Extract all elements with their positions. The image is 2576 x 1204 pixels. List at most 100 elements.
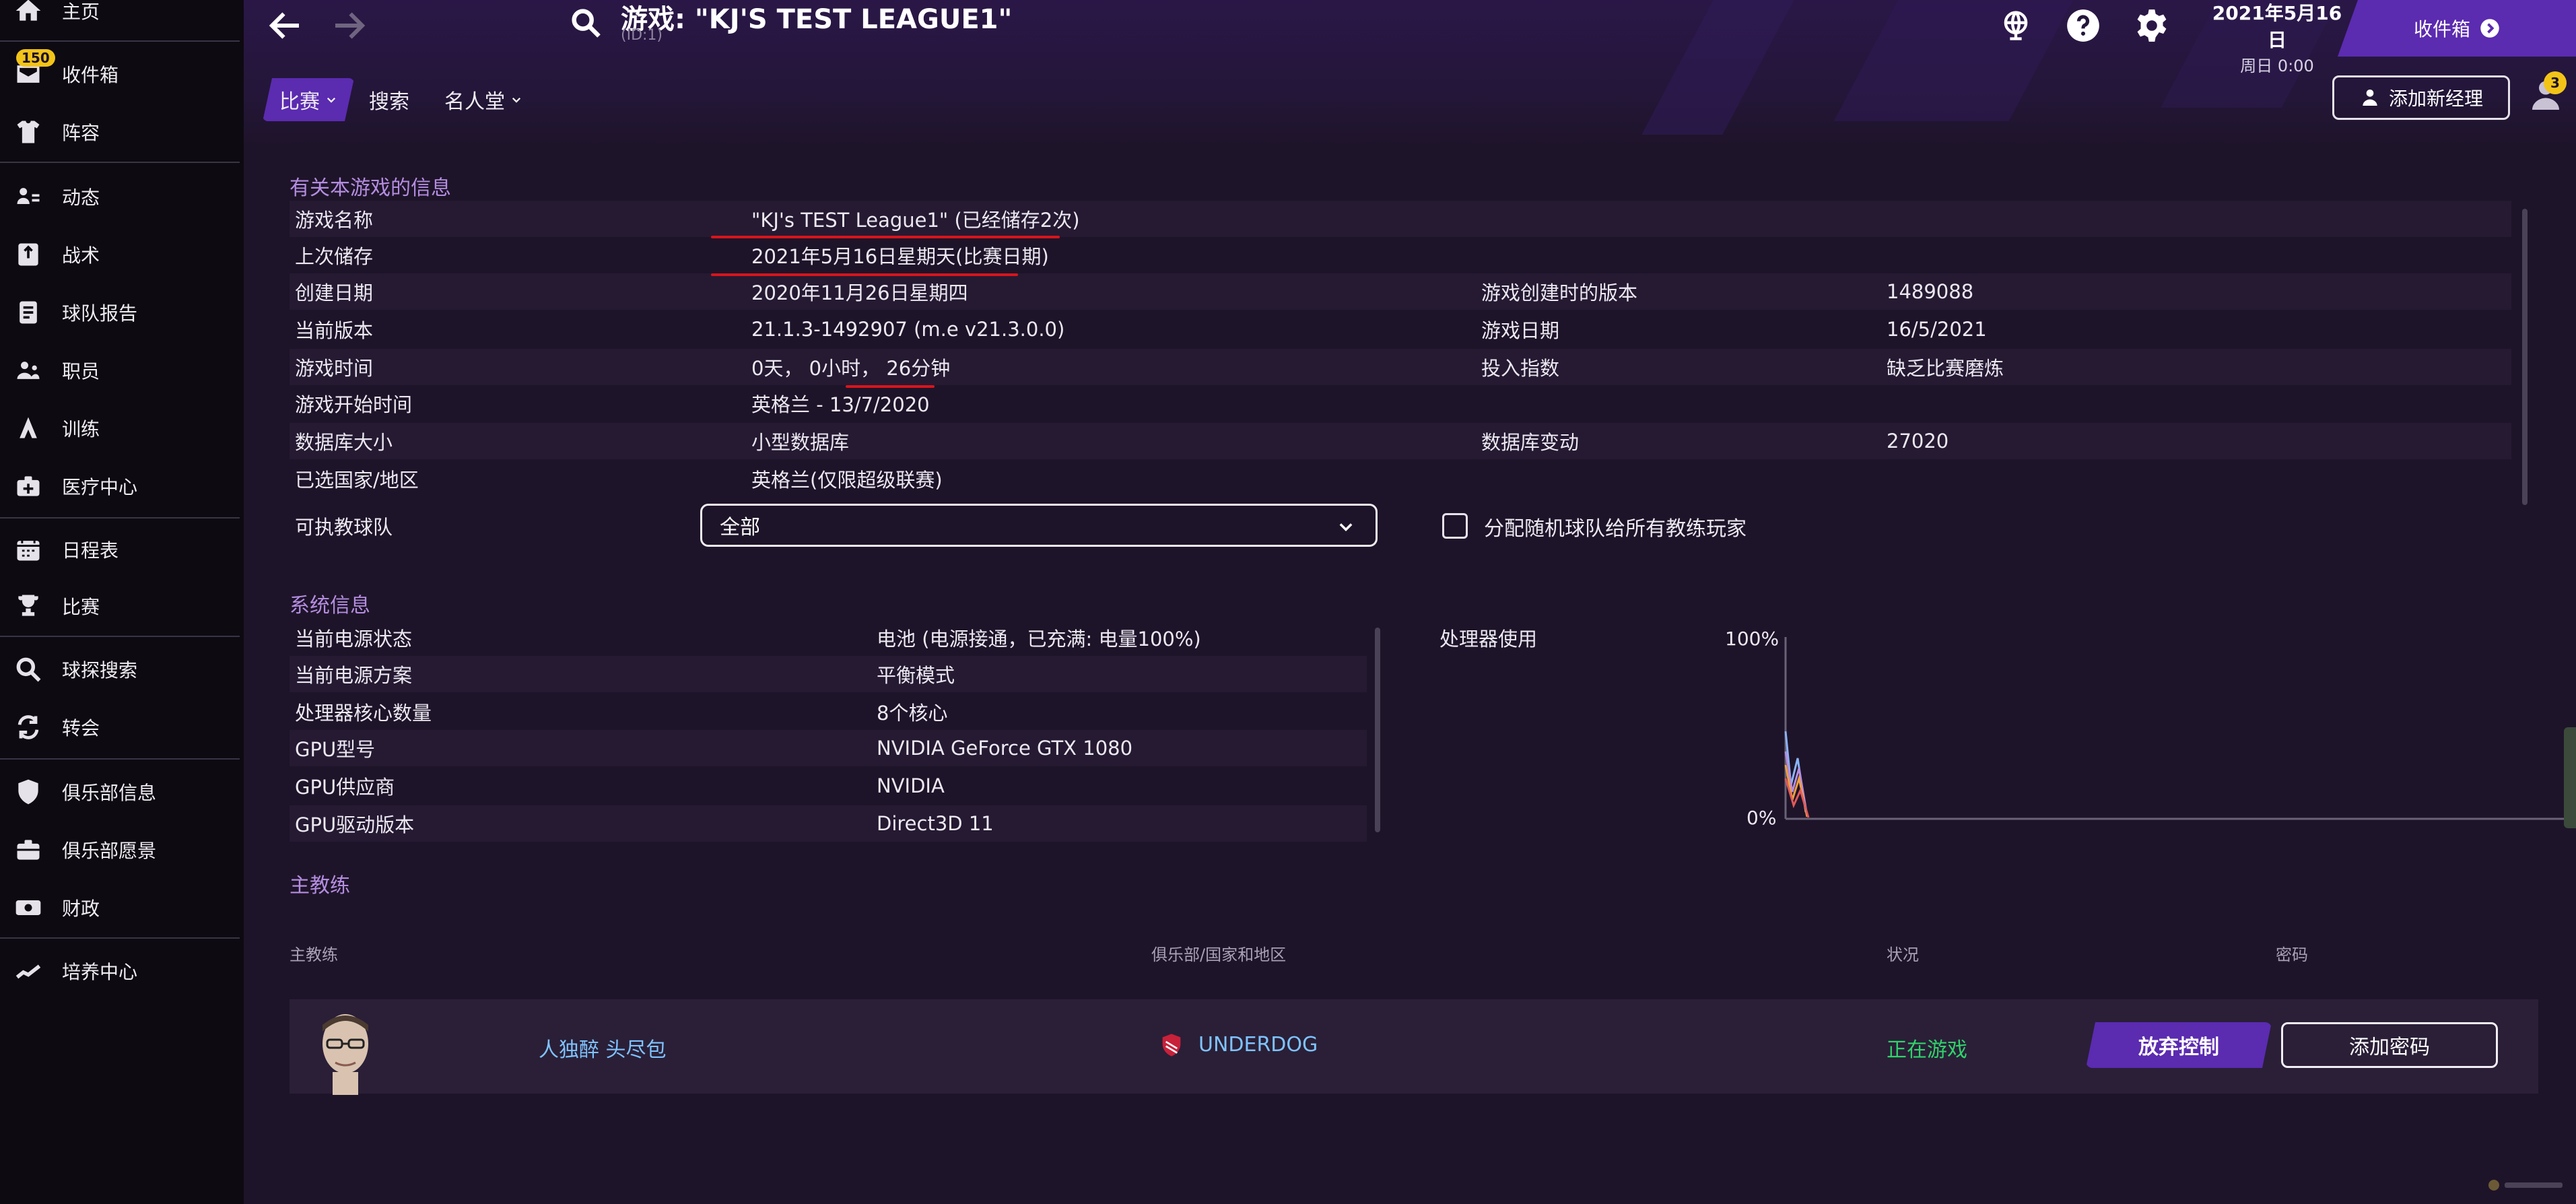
game-date-sub: 周日 0:00 (2240, 57, 2314, 75)
info-row: 当前版本 21.1.3-1492907 (m.e v21.3.0.0) 游戏日期… (290, 311, 2511, 347)
tab-hall-of-fame[interactable]: 名人堂 (444, 78, 522, 121)
system-label: GPU型号 (295, 738, 376, 761)
info-value: 0天， 0小时， 26分钟 (751, 357, 951, 380)
info-value: 16/5/2021 (1887, 318, 1987, 341)
coaches-title: 主教练 (290, 874, 350, 898)
globe-icon (2004, 11, 2028, 40)
sidebar-divider (0, 636, 240, 637)
settings-button[interactable] (2133, 7, 2171, 44)
medical-icon (12, 470, 44, 502)
coach-name-link[interactable]: 人独醉 头尽包 (539, 1033, 667, 1063)
col-head-status[interactable]: 状况 (1887, 941, 1919, 965)
random-team-label: 分配随机球队给所有教练玩家 (1484, 517, 1747, 541)
tab-search[interactable]: 搜索 (369, 78, 409, 121)
staff-icon (12, 354, 44, 387)
sidebar-item-label: 培养中心 (62, 961, 138, 983)
col-head-password[interactable]: 密码 (2276, 941, 2308, 965)
sidebar-item-label: 主页 (62, 1, 100, 23)
tab-label: 比赛 (279, 90, 320, 114)
search-icon (572, 9, 601, 38)
release-control-button[interactable]: 放弃控制 (2086, 1022, 2272, 1068)
sidebar-item-competitions[interactable]: 比赛 (0, 582, 244, 630)
info-label: 投入指数 (1481, 357, 1560, 380)
search-button[interactable] (567, 4, 605, 42)
system-label: 当前电源方案 (295, 664, 413, 687)
info-row: 已选国家/地区 英格兰(仅限超级联赛) (290, 461, 2511, 497)
game-date[interactable]: 2021年5月16日 周日 0:00 (2203, 0, 2351, 76)
sidebar-divider (0, 517, 240, 519)
sidebar: 主页 收件箱 150 阵容 动态 战术 球队报告 职员 训练 医疗中心 日程表 (0, 0, 244, 1204)
info-row: 上次储存 2021年5月16日星期天(比赛日期) (290, 237, 2511, 273)
sidebar-item-label: 比赛 (62, 596, 100, 618)
game-date-main: 2021年5月16日 (2212, 2, 2342, 51)
cpu-usage-chart (1784, 637, 2576, 820)
sidebar-item-label: 俱乐部愿景 (62, 840, 157, 862)
chevron-down-icon (1339, 523, 1353, 531)
sidebar-item-club-info[interactable]: 俱乐部信息 (0, 768, 244, 816)
sidebar-item-transfers[interactable]: 转会 (0, 703, 244, 751)
sidebar-item-label: 收件箱 (62, 64, 119, 86)
system-label: 处理器核心数量 (295, 702, 432, 725)
system-row: GPU型号 NVIDIA GeForce GTX 1080 (290, 730, 1367, 766)
sidebar-item-finances[interactable]: 财政 (0, 883, 244, 932)
annotation-underline (846, 385, 935, 388)
tab-label: 名人堂 (444, 90, 505, 114)
back-button[interactable] (265, 5, 306, 46)
help-button[interactable] (2064, 7, 2102, 44)
side-panel-handle[interactable] (2564, 727, 2576, 828)
vision-icon (12, 834, 44, 866)
col-head-coach[interactable]: 主教练 (290, 941, 338, 965)
system-value: NVIDIA GeForce GTX 1080 (877, 737, 1133, 760)
sidebar-item-label: 俱乐部信息 (62, 782, 157, 804)
game-info-scrollbar[interactable] (2522, 209, 2528, 505)
info-value: 缺乏比赛磨炼 (1887, 357, 2004, 380)
sidebar-item-tactics[interactable]: 战术 (0, 230, 244, 279)
continue-inbox-button[interactable]: 收件箱 (2338, 0, 2576, 57)
random-team-checkbox[interactable] (1442, 513, 1468, 539)
system-info-title: 系统信息 (290, 594, 370, 617)
sidebar-item-development[interactable]: 培养中心 (0, 947, 244, 995)
tab-match[interactable]: 比赛 (263, 78, 354, 121)
info-label: 游戏日期 (1481, 319, 1560, 342)
coachable-teams-select[interactable]: 全部 (700, 504, 1378, 547)
sidebar-item-team-report[interactable]: 球队报告 (0, 288, 244, 337)
club-info-icon (12, 776, 44, 808)
main-panel: 游戏: "KJ'S TEST LEAGUE1" (ID:1) 2021年5月16… (244, 0, 2576, 1204)
system-label: GPU供应商 (295, 776, 395, 799)
add-person-icon (2363, 90, 2377, 106)
world-button[interactable] (1997, 7, 2035, 44)
sidebar-item-dynamics[interactable]: 动态 (0, 172, 244, 221)
sidebar-item-label: 职员 (62, 360, 100, 382)
sidebar-item-training[interactable]: 训练 (0, 404, 244, 453)
home-icon (12, 0, 44, 27)
sidebar-item-squad[interactable]: 阵容 (0, 108, 244, 156)
info-label: 上次储存 (295, 245, 374, 268)
add-password-button[interactable]: 添加密码 (2281, 1022, 2498, 1068)
sidebar-item-medical[interactable]: 医疗中心 (0, 462, 244, 510)
coachable-label: 可执教球队 (295, 516, 393, 539)
col-head-club[interactable]: 俱乐部/国家和地区 (1151, 941, 1286, 965)
chevron-right-circle-icon (2480, 19, 2499, 38)
club-name-link[interactable]: UNDERDOG (1198, 1033, 1318, 1057)
system-value: NVIDIA (877, 774, 945, 797)
chevron-down-icon (512, 97, 521, 103)
sidebar-item-calendar[interactable]: 日程表 (0, 525, 244, 574)
info-row: 游戏开始时间 英格兰 - 13/7/2020 (290, 385, 2511, 422)
info-label: 当前版本 (295, 319, 374, 342)
coachable-teams-value: 全部 (720, 516, 760, 539)
system-info-scrollbar[interactable] (1375, 628, 1380, 832)
sidebar-item-scouting[interactable]: 球探搜索 (0, 645, 244, 694)
info-value: "KJ's TEST League1" (已经储存2次) (751, 209, 1080, 232)
avatar (323, 1014, 368, 1095)
sidebar-item-label: 战术 (62, 244, 100, 267)
development-icon (12, 955, 44, 987)
report-icon (12, 296, 44, 329)
system-row: GPU驱动版本 Direct3D 11 (290, 805, 1367, 842)
forward-button[interactable] (329, 5, 369, 46)
sidebar-item-club-vision[interactable]: 俱乐部愿景 (0, 826, 244, 874)
add-manager-button[interactable]: 添加新经理 (2332, 75, 2510, 120)
info-row: 游戏名称 "KJ's TEST League1" (已经储存2次) (290, 201, 2511, 237)
sidebar-item-home[interactable]: 主页 (0, 0, 244, 35)
system-value: Direct3D 11 (877, 812, 994, 835)
sidebar-item-staff[interactable]: 职员 (0, 346, 244, 395)
